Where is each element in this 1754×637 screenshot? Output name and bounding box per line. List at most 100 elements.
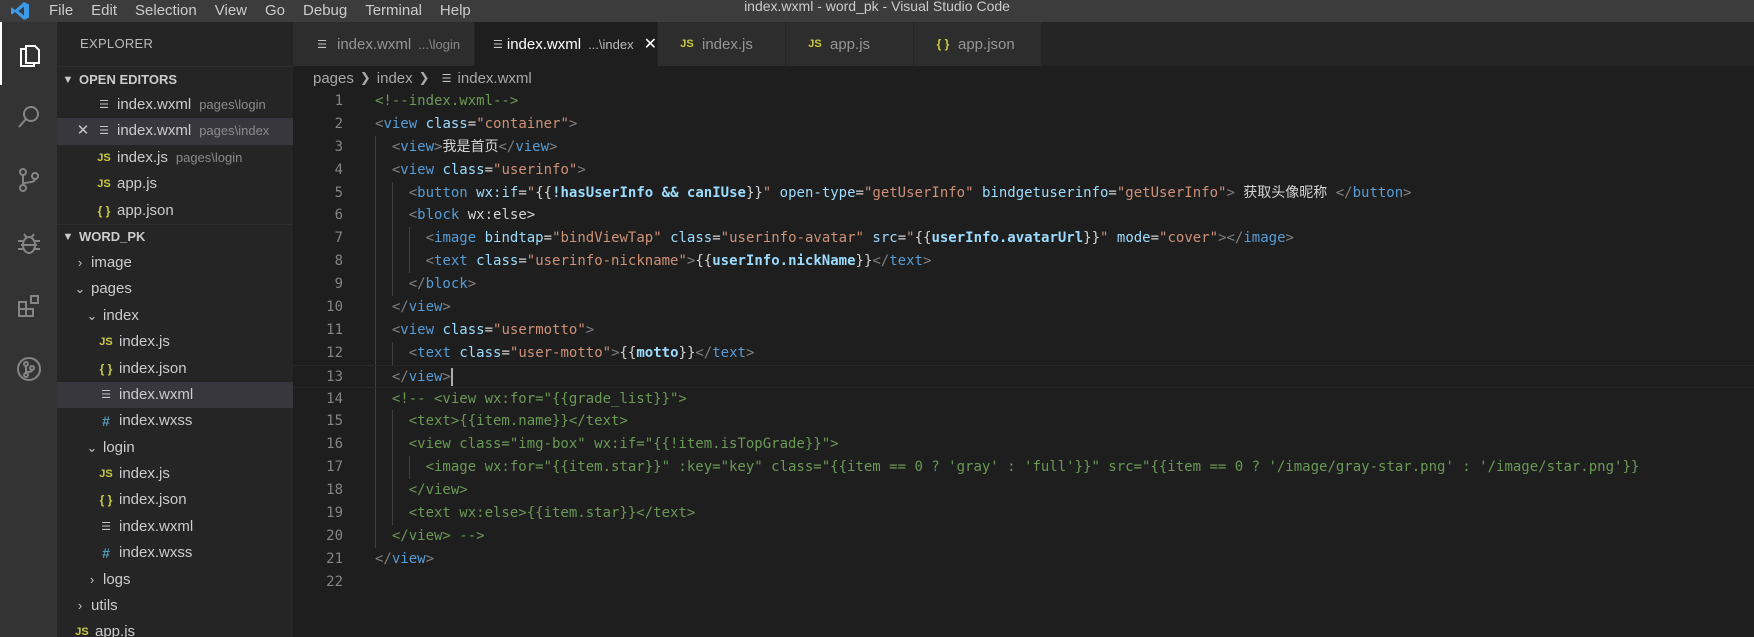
item-name: image — [91, 253, 132, 271]
code-line[interactable]: 13 </view> — [293, 364, 1754, 388]
line-number: 22 — [326, 573, 343, 590]
code-line[interactable]: 20 </view> --> — [293, 524, 1754, 548]
open-editor-item[interactable]: ☰ index.wxml pages\login — [57, 92, 293, 118]
code-line[interactable]: 16 <view class="img-box" wx:if="{{!item.… — [293, 433, 1754, 457]
code-line[interactable]: 8 <text class="userinfo-nickname">{{user… — [293, 250, 1754, 274]
code-text: </view> — [391, 367, 453, 386]
code-text: <view class="container"> — [375, 115, 578, 132]
breadcrumb-index[interactable]: index — [377, 70, 413, 87]
tab-app-js[interactable]: JS app.js — [786, 22, 914, 66]
folder-item[interactable]: ⌄ index — [57, 303, 293, 329]
close-icon[interactable]: ✕ — [73, 118, 93, 144]
folder-item[interactable]: ⌄ login — [57, 435, 293, 461]
open-editor-item[interactable]: ✕ ☰ index.wxml pages\index — [57, 118, 293, 145]
line-number: 20 — [326, 527, 343, 544]
line-number: 21 — [326, 550, 343, 567]
file-item[interactable]: { } index.json — [57, 487, 293, 513]
search-icon[interactable] — [0, 85, 57, 148]
git-graph-icon[interactable] — [0, 337, 57, 400]
menu-debug[interactable]: Debug — [294, 0, 356, 22]
close-icon[interactable]: ✕ — [644, 34, 657, 54]
item-name: index.wxss — [119, 544, 193, 562]
code-line[interactable]: 12 <text class="user-motto">{{motto}}</t… — [293, 341, 1754, 365]
file-path: pages\index — [199, 123, 270, 139]
code-text: <!--index.wxml--> — [375, 93, 519, 109]
open-editor-item[interactable]: { } app.json — [57, 198, 293, 224]
extensions-icon[interactable] — [0, 274, 57, 337]
tab-app-json[interactable]: { } app.json — [914, 22, 1042, 66]
line-number: 15 — [326, 413, 343, 430]
code-line[interactable]: 11 <view class="usermotto"> — [293, 318, 1754, 342]
js-file-icon: JS — [99, 336, 113, 349]
tab-label: index.wxml — [337, 35, 412, 53]
chevron-down-icon: ⌄ — [86, 307, 98, 323]
code-line[interactable]: 3 <view>我是首页</view> — [293, 135, 1754, 159]
code-line[interactable]: 5 <button wx:if="{{!hasUserInfo && canIU… — [293, 181, 1754, 205]
line-number: 17 — [326, 459, 343, 476]
code-line[interactable]: 4 <view class="userinfo"> — [293, 158, 1754, 182]
folder-item[interactable]: › image — [57, 250, 293, 276]
breadcrumb-file[interactable]: index.wxml — [458, 70, 532, 87]
code-line[interactable]: 2 <view class="container"> — [293, 113, 1754, 136]
code-text: <block wx:else> — [408, 207, 536, 224]
activity-bar — [0, 22, 57, 637]
item-name: app.js — [95, 623, 136, 637]
open-editors-header[interactable]: ▼ OPEN EDITORS — [57, 66, 293, 92]
text-cursor — [450, 367, 453, 386]
code-line[interactable]: 17 <image wx:for="{{item.star}}" :key="k… — [293, 456, 1754, 480]
tab-index-wxml[interactable]: ☰ index.wxml ...\index ✕ — [475, 22, 658, 66]
code-line[interactable]: 1 <!--index.wxml--> — [293, 90, 1754, 113]
menu-edit[interactable]: Edit — [82, 0, 126, 22]
code-line[interactable]: 21 </view> — [293, 548, 1754, 571]
menu-terminal[interactable]: Terminal — [356, 0, 431, 22]
file-item[interactable]: JS index.js — [57, 329, 293, 355]
code-line[interactable]: 18 </view> — [293, 479, 1754, 503]
debug-icon[interactable] — [0, 211, 57, 274]
file-item[interactable]: ☰ index.wxml — [57, 381, 293, 409]
code-line[interactable]: 14 <!-- <view wx:for="{{grade_list}}"> — [293, 387, 1754, 411]
files-icon[interactable] — [0, 22, 57, 85]
code-line[interactable]: 19 <text wx:else>{{item.star}}</text> — [293, 502, 1754, 525]
tab-index-js[interactable]: JS index.js — [658, 22, 786, 66]
item-name: index.json — [119, 491, 187, 509]
code-text: <image wx:for="{{item.star}}" :key="key"… — [375, 459, 1640, 476]
menu-help[interactable]: Help — [431, 0, 480, 22]
line-number: 12 — [326, 344, 343, 361]
js-file-icon: JS — [97, 151, 111, 164]
file-item[interactable]: # index.wxss — [57, 540, 293, 566]
source-control-icon[interactable] — [0, 148, 57, 211]
open-editor-item[interactable]: JS index.js pages\login — [57, 145, 293, 171]
open-editors-label: OPEN EDITORS — [79, 71, 178, 87]
menu-file[interactable]: File — [40, 0, 82, 22]
code-line[interactable]: 7 <image bindtap="bindViewTap" class="us… — [293, 227, 1754, 251]
folder-item[interactable]: › logs — [57, 567, 293, 593]
folder-item[interactable]: ⌄ pages — [57, 276, 293, 302]
tab-path: ...\index — [588, 36, 634, 52]
breadcrumb-pages[interactable]: pages — [313, 70, 354, 87]
folder-item[interactable]: › utils — [57, 593, 293, 619]
file-name: index.wxml — [117, 122, 192, 140]
code-line[interactable]: 6 <block wx:else> — [293, 204, 1754, 228]
menu-view[interactable]: View — [206, 0, 256, 22]
menu-go[interactable]: Go — [256, 0, 294, 22]
menu-selection[interactable]: Selection — [126, 0, 206, 22]
code-line[interactable]: 15 <text>{{item.name}}</text> — [293, 410, 1754, 434]
tab-index-wxml[interactable]: ☰ index.wxml ...\login — [293, 22, 475, 66]
file-item[interactable]: ☰ index.wxml — [57, 514, 293, 540]
chevron-right-icon: ❯ — [418, 70, 430, 85]
chevron-right-icon: › — [77, 254, 83, 270]
menu-bar: File Edit Selection View Go Debug Terminal Help — [40, 0, 480, 22]
code-line[interactable]: 22 — [293, 571, 1754, 594]
tab-path: ...\login — [418, 36, 461, 52]
project-header[interactable]: ▼ WORD_PK — [57, 223, 293, 250]
file-item[interactable]: JS app.js — [57, 619, 293, 637]
code-editor[interactable]: 1 <!--index.wxml--> 2 <view class="containe… — [293, 90, 1754, 637]
file-item[interactable]: # index.wxss — [57, 408, 293, 434]
code-line[interactable]: 9 </block> — [293, 273, 1754, 297]
code-line[interactable]: 10 </view> — [293, 296, 1754, 319]
file-item[interactable]: { } index.json — [57, 356, 293, 382]
code-text: <view class="usermotto"> — [391, 321, 595, 338]
file-item[interactable]: JS index.js — [57, 461, 293, 487]
open-editor-item[interactable]: JS app.js — [57, 171, 293, 197]
code-text: </block> — [408, 276, 477, 293]
